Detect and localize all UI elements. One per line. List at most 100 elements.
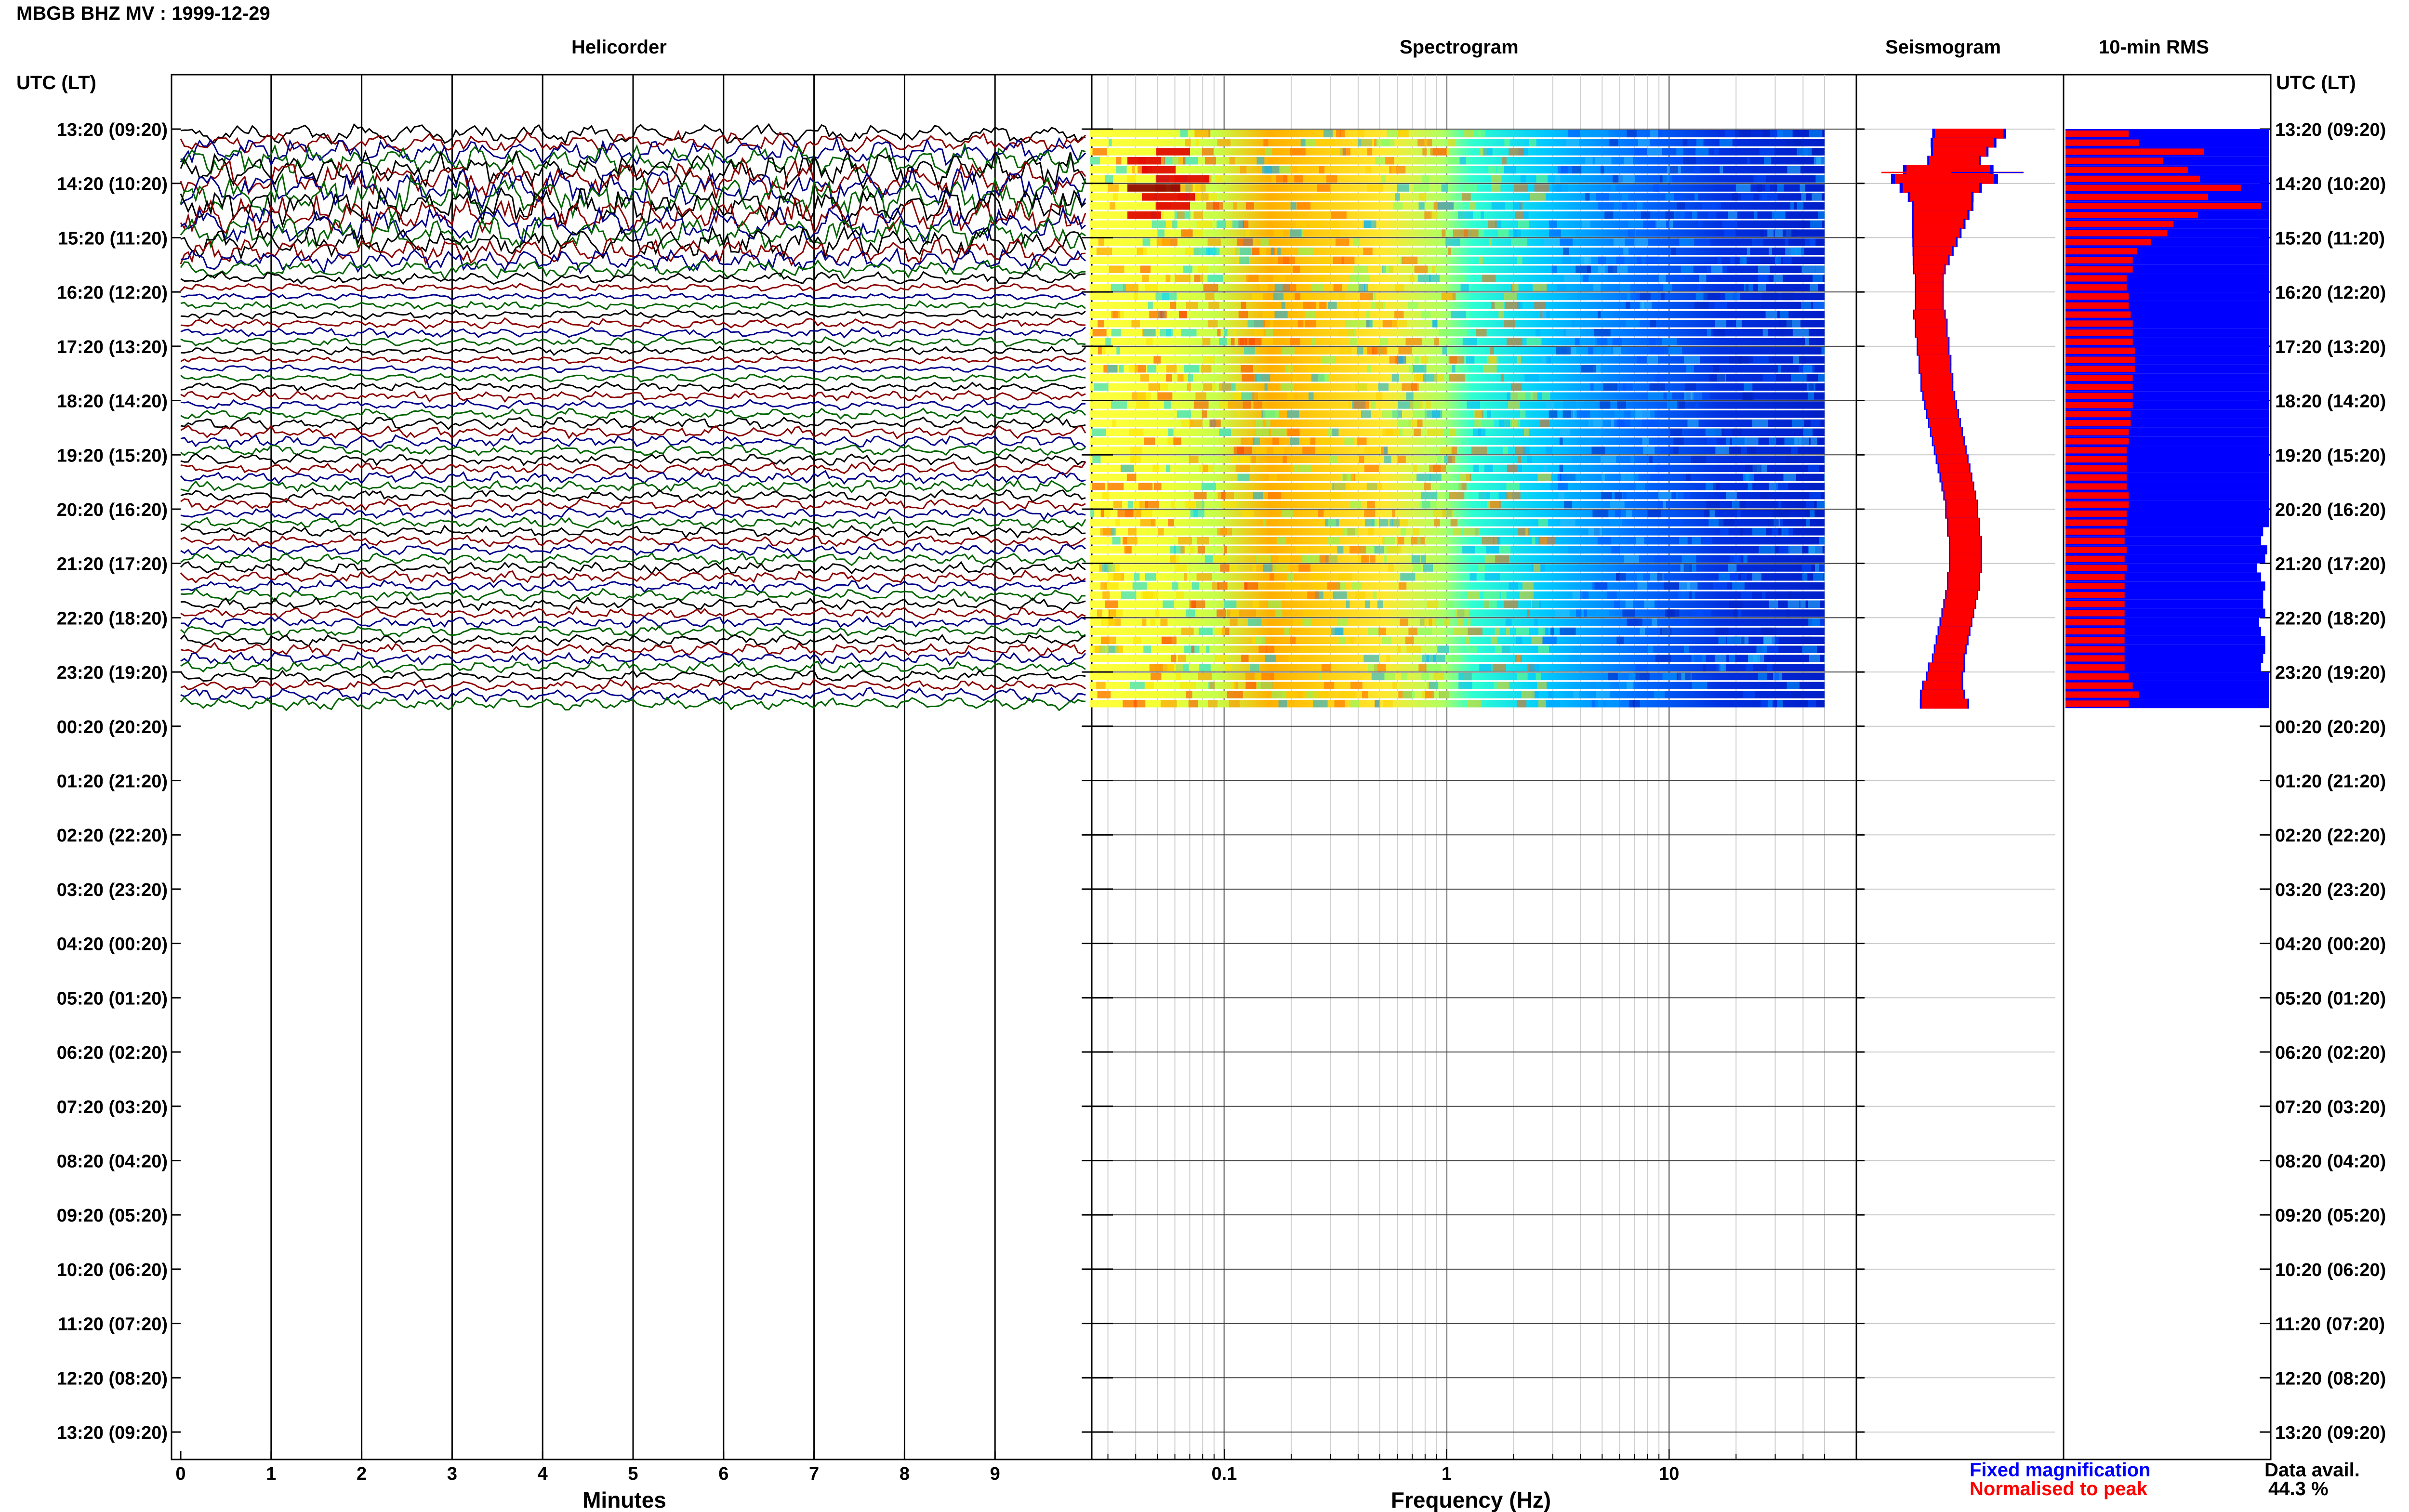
spectrogram-speckle <box>1610 500 1625 509</box>
spectrogram-speckle <box>1363 247 1373 255</box>
spectrogram-speckle <box>1276 564 1291 572</box>
spectrogram-speckle <box>1598 130 1609 138</box>
spectrogram-speckle <box>1136 401 1150 409</box>
seismogram-normalised-band <box>1914 210 1968 220</box>
spectrogram-speckle <box>1613 238 1625 246</box>
spectrogram-speckle <box>1791 447 1798 454</box>
spectrogram-x-tick-label: 10 <box>1659 1464 1679 1484</box>
time-tick-label-right: 15:20 (11:20) <box>2275 228 2385 249</box>
spectrogram-speckle <box>1479 663 1492 671</box>
spectrogram-speckle <box>1530 193 1546 201</box>
spectrogram-speckle <box>1217 220 1226 228</box>
spectrogram-speckle <box>1430 148 1446 156</box>
spectrogram-speckle <box>1640 627 1645 635</box>
spectrogram-speckle <box>1144 682 1154 689</box>
spectrogram-speckle <box>1551 265 1557 273</box>
spectrogram-speckle <box>1333 284 1342 291</box>
spectrogram-row <box>1090 473 1825 481</box>
spectrogram-speckle <box>1643 220 1657 228</box>
spectrogram-speckle <box>1195 392 1206 400</box>
rms-bar-normalised <box>2065 610 2125 617</box>
spectrogram-speckle <box>1691 609 1703 617</box>
spectrogram-speckle <box>1571 410 1575 418</box>
spectrogram-speckle <box>1504 600 1519 608</box>
spectrogram-speckle <box>1313 582 1322 590</box>
spectrogram-speckle <box>1283 175 1287 183</box>
spectrogram-speckle <box>1207 193 1217 201</box>
spectrogram-speckle <box>1219 338 1227 346</box>
spectrogram-speckle <box>1478 564 1485 572</box>
seismogram-normalised-band <box>1929 156 1979 166</box>
spectrogram-speckle <box>1495 627 1500 635</box>
spectrogram-speckle <box>1818 211 1825 219</box>
spectrogram-speckle <box>1509 148 1524 156</box>
spectrogram-speckle <box>1563 247 1569 255</box>
spectrogram-speckle <box>1138 483 1153 490</box>
spectrogram-speckle <box>1397 356 1403 364</box>
spectrogram-speckle <box>1183 265 1192 273</box>
spectrogram-speckle <box>1768 519 1779 526</box>
spectrogram-speckle <box>1747 483 1753 490</box>
spectrogram-speckle <box>1588 528 1602 536</box>
spectrogram-speckle <box>1217 329 1221 337</box>
spectrogram-speckle <box>1641 302 1652 310</box>
rms-bar-normalised <box>2065 628 2125 635</box>
spectrogram-speckle <box>1170 555 1179 563</box>
rms-bar-normalised <box>2065 411 2131 418</box>
spectrogram-speckle <box>1447 157 1460 165</box>
seismogram-normalised-band <box>1933 653 1964 664</box>
spectrogram-speckle <box>1137 247 1147 255</box>
spectrogram-speckle <box>1549 220 1557 228</box>
spectrogram-speckle <box>1453 229 1468 237</box>
spectrogram-speckle <box>1433 672 1444 681</box>
spectrogram-speckle <box>1108 365 1118 373</box>
spectrogram-speckle <box>1184 365 1200 373</box>
spectrogram-speckle <box>1478 492 1490 500</box>
spectrogram-speckle <box>1367 184 1384 192</box>
spectrogram-speckle <box>1764 157 1772 165</box>
spectrogram-speckle <box>1484 573 1500 581</box>
spectrogram-speckle <box>1290 636 1296 644</box>
spectrogram-speckle <box>1615 492 1622 500</box>
spectrogram-speckle <box>1363 220 1371 228</box>
spectrogram-speckle <box>1378 627 1386 635</box>
spectrogram-lowfreq-energy <box>1127 157 1161 165</box>
spectrogram-speckle <box>1434 374 1444 382</box>
spectrogram-speckle <box>1641 419 1658 427</box>
spectrogram-lowfreq-energy <box>1156 175 1209 183</box>
spectrogram-speckle <box>1502 157 1507 165</box>
time-tick-label-left: 15:20 (11:20) <box>58 228 168 249</box>
spectrogram-speckle <box>1262 338 1273 346</box>
spectrogram-speckle <box>1216 175 1223 183</box>
spectrogram-speckle <box>1305 311 1316 318</box>
spectrogram-speckle <box>1394 311 1404 318</box>
spectrogram-speckle <box>1434 519 1440 526</box>
spectrogram-speckle <box>1092 455 1101 463</box>
spectrogram-speckle <box>1252 564 1256 572</box>
spectrogram-speckle <box>1758 284 1766 291</box>
spectrogram-lowfreq-energy <box>1142 193 1195 201</box>
spectrogram-speckle <box>1487 410 1491 418</box>
spectrogram-speckle <box>1220 564 1230 572</box>
spectrogram-speckle <box>1205 157 1217 165</box>
spectrogram-speckle <box>1237 473 1250 481</box>
spectrogram-speckle <box>1198 672 1213 681</box>
spectrogram-speckle <box>1765 311 1777 318</box>
spectrogram-speckle <box>1245 202 1254 210</box>
spectrogram-speckle <box>1193 229 1203 237</box>
spectrogram-speckle <box>1366 483 1382 490</box>
spectrogram-speckle <box>1808 464 1819 473</box>
spectrogram-speckle <box>1417 275 1431 282</box>
spectrogram-speckle <box>1186 302 1198 310</box>
spectrogram-speckle <box>1379 338 1389 346</box>
spectrogram-speckle <box>1491 184 1501 192</box>
rms-bar-normalised <box>2065 347 2135 354</box>
spectrogram-speckle <box>1218 383 1231 391</box>
seismogram-normalised-band <box>1914 246 1952 256</box>
spectrogram-speckle <box>1102 492 1110 500</box>
spectrogram-speckle <box>1290 148 1306 156</box>
spectrogram-speckle <box>1730 256 1735 264</box>
spectrogram-speckle <box>1534 184 1549 192</box>
spectrogram-speckle <box>1774 229 1783 237</box>
spectrogram-speckle <box>1241 365 1253 373</box>
